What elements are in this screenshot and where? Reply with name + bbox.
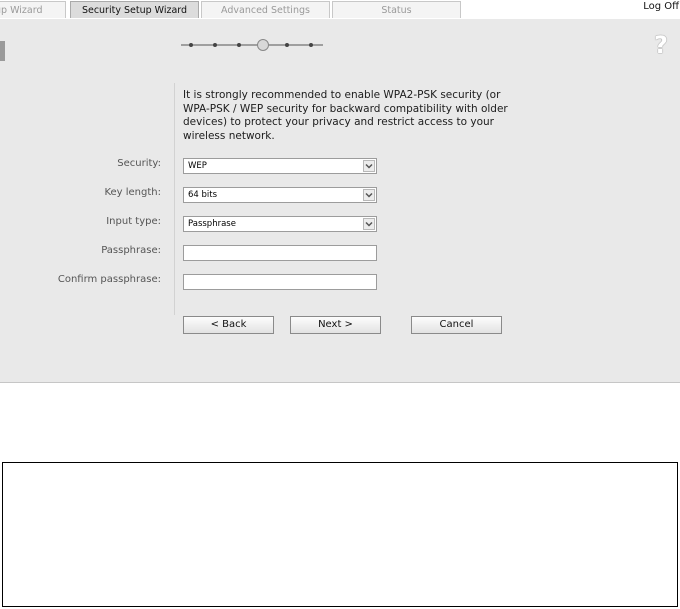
security-label: Security:	[117, 158, 161, 169]
progress-steps	[181, 39, 323, 51]
help-icon[interactable]: ?	[654, 31, 668, 59]
tab-setup-wizard[interactable]: up Wizard	[0, 1, 66, 18]
tab-advanced-settings[interactable]: Advanced Settings	[201, 1, 330, 18]
progress-step-dot	[213, 43, 217, 47]
next-button[interactable]: Next >	[290, 316, 381, 334]
chevron-down-icon	[363, 160, 375, 172]
wizard-panel: ? It is strongly recommended to enable W…	[0, 19, 680, 383]
security-select[interactable]: WEP	[183, 158, 377, 174]
progress-step-dot	[309, 43, 313, 47]
tab-security-setup-wizard[interactable]: Security Setup Wizard	[70, 1, 199, 18]
confirm-passphrase-field[interactable]	[183, 274, 377, 290]
key-length-label: Key length:	[104, 187, 161, 198]
tab-bar: up Wizard Security Setup Wizard Advanced…	[0, 0, 680, 19]
key-length-select[interactable]: 64 bits	[183, 187, 377, 203]
input-type-select-value: Passphrase	[188, 219, 236, 229]
form-divider	[174, 83, 175, 315]
scroll-handle[interactable]	[0, 41, 5, 61]
security-select-value: WEP	[188, 161, 207, 171]
log-off-link[interactable]: Log Off	[643, 1, 679, 12]
progress-step-current	[257, 39, 269, 51]
passphrase-label: Passphrase:	[101, 245, 161, 256]
tab-status[interactable]: Status	[332, 1, 461, 18]
cancel-button[interactable]: Cancel	[411, 316, 502, 334]
progress-step-dot	[237, 43, 241, 47]
passphrase-field[interactable]	[183, 245, 377, 261]
input-type-select[interactable]: Passphrase	[183, 216, 377, 232]
confirm-passphrase-label: Confirm passphrase:	[57, 274, 161, 285]
chevron-down-icon	[363, 218, 375, 230]
progress-step-dot	[189, 43, 193, 47]
chevron-down-icon	[363, 189, 375, 201]
security-recommendation-text: It is strongly recommended to enable WPA…	[183, 89, 508, 142]
empty-content-box	[2, 462, 678, 607]
input-type-label: Input type:	[106, 216, 161, 227]
back-button[interactable]: < Back	[183, 316, 274, 334]
key-length-select-value: 64 bits	[188, 190, 218, 200]
wizard-progress-indicator	[181, 39, 323, 51]
progress-step-dot	[285, 43, 289, 47]
